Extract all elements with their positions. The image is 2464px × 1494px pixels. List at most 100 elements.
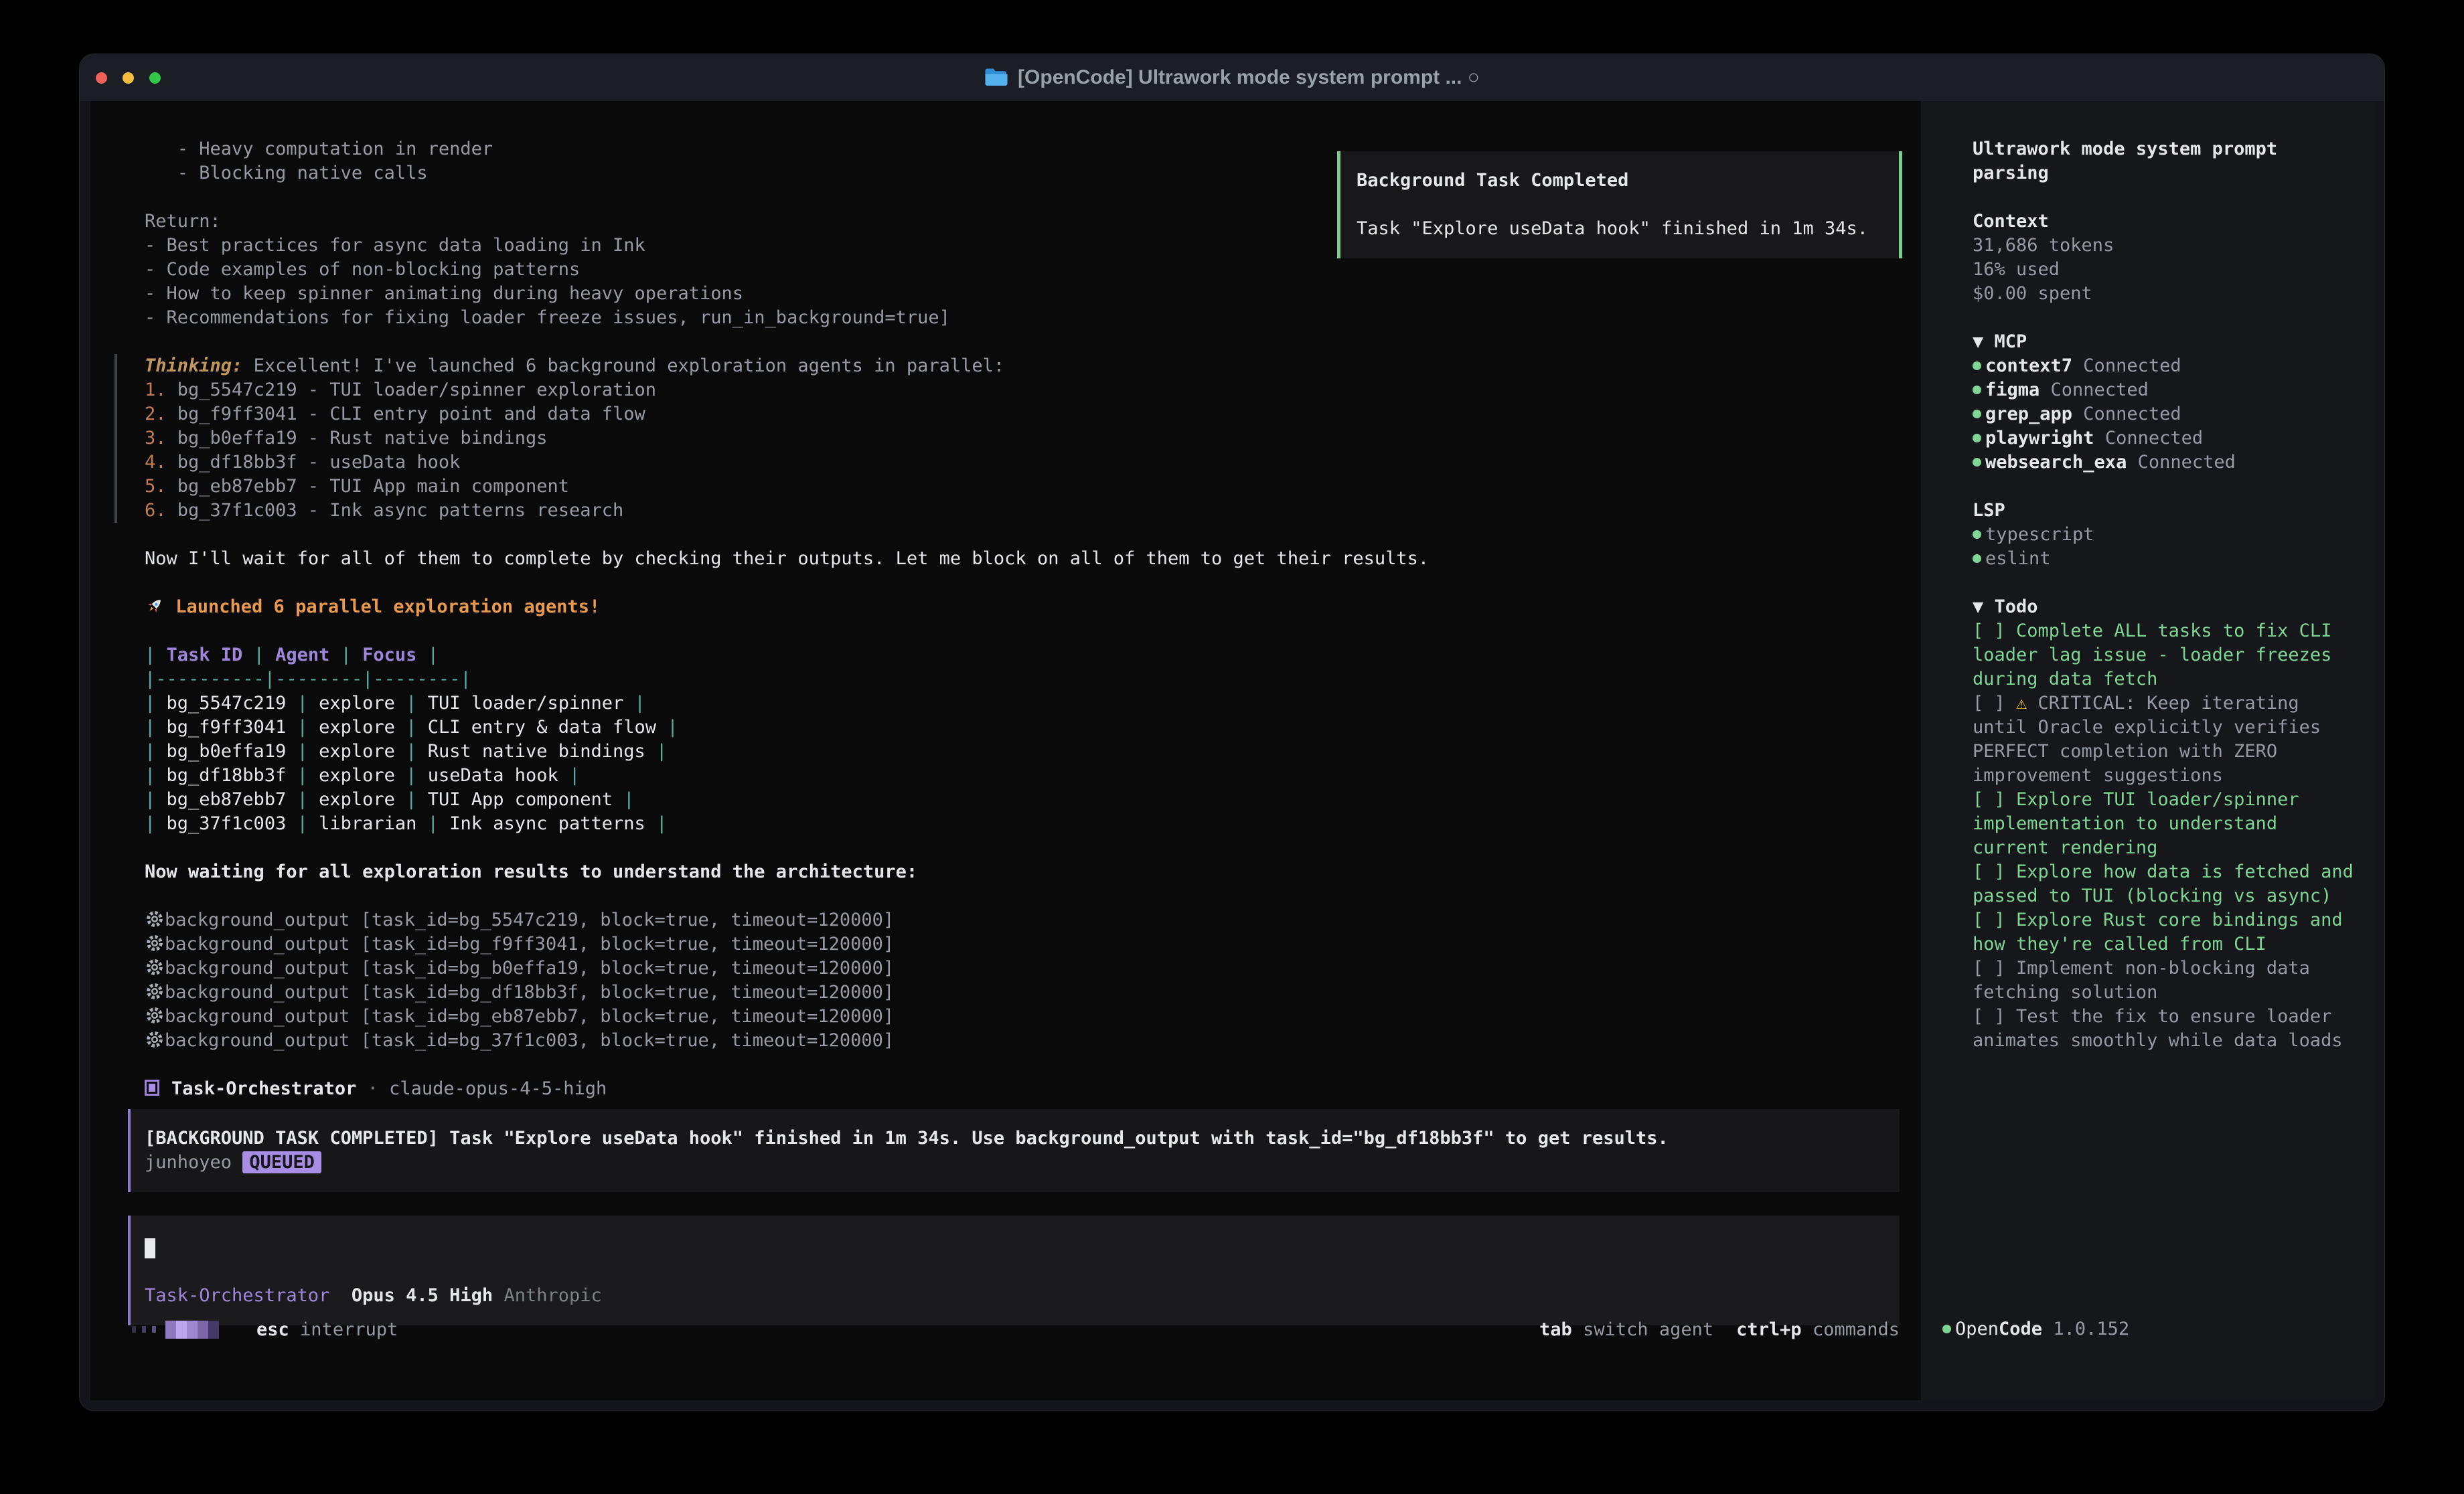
- text-segment: Connected: [2094, 428, 2204, 448]
- terminal-line: [145, 1236, 1886, 1260]
- text-segment: TUI App component: [428, 789, 613, 810]
- minimize-button[interactable]: [123, 72, 134, 84]
- titlebar: [OpenCode] Ultrawork mode system prompt …: [80, 54, 2384, 101]
- text-segment: grep_app: [1985, 404, 2072, 424]
- terminal-line: $0.00 spent: [1973, 282, 2354, 306]
- terminal-line: | bg_eb87ebb7 | explore | TUI App compon…: [145, 788, 1900, 812]
- agent-header: Task-Orchestrator · claude-opus-4-5-high: [145, 1077, 1900, 1101]
- terminal-line: [145, 836, 1900, 860]
- terminal-line: [ ] Explore how data is fetched and pass…: [1973, 860, 2354, 908]
- text-segment: background_output [task_id=bg_5547c219, …: [165, 910, 894, 930]
- text-segment: [ ] Complete ALL tasks to fix CLI loader…: [1973, 620, 2343, 689]
- text-segment: Opus 4.5 High: [352, 1285, 493, 1306]
- terminal-line: | Task ID | Agent | Focus |: [145, 643, 1900, 667]
- text-segment: Focus: [362, 645, 416, 665]
- text-segment: Thinking:: [145, 355, 242, 376]
- terminal-line: Task-Orchestrator · claude-opus-4-5-high: [145, 1077, 1900, 1101]
- text-segment: bg_5547c219: [167, 693, 287, 714]
- terminal-main[interactable]: - Heavy computation in render - Blocking…: [90, 101, 1921, 1400]
- terminal-line: 2. bg_f9ff3041 - CLI entry point and dat…: [145, 402, 1900, 426]
- text-segment: Connected: [2072, 404, 2181, 424]
- text-segment: background_output [task_id=bg_37f1c003, …: [165, 1030, 894, 1051]
- status-dot-icon: [1942, 1325, 1951, 1333]
- close-button[interactable]: [96, 72, 107, 84]
- terminal-line: ▼ MCP: [1973, 330, 2354, 354]
- gear-icon: [145, 1005, 165, 1025]
- text-segment: |: [145, 693, 167, 714]
- maximize-button[interactable]: [149, 72, 161, 84]
- text-segment: bg_37f1c003: [167, 813, 287, 834]
- terminal-line: figma Connected: [1973, 378, 2354, 402]
- wait-note: Now I'll wait for all of them to complet…: [145, 523, 1900, 595]
- text-segment: bg_5547c219 - TUI loader/spinner explora…: [177, 380, 656, 400]
- desktop-background: [OpenCode] Ultrawork mode system prompt …: [0, 0, 2464, 1494]
- gear-icon: [145, 933, 165, 953]
- terminal-line: 31,686 tokens: [1973, 234, 2354, 258]
- text-segment: junhoyeo: [145, 1152, 242, 1173]
- text-segment: Task ID: [167, 645, 243, 665]
- text-segment: - How to keep spinner animating during h…: [145, 283, 743, 304]
- text-segment: |: [286, 789, 319, 810]
- text-segment: [ ]: [1973, 693, 2016, 714]
- text-segment: Anthropic: [504, 1285, 601, 1306]
- window-body: - Heavy computation in render - Blocking…: [80, 101, 2384, 1411]
- text-segment: |: [145, 813, 167, 834]
- text-segment: background_output [task_id=bg_df18bb3f, …: [165, 982, 894, 1003]
- terminal-line: 3. bg_b0effa19 - Rust native bindings: [145, 426, 1900, 450]
- text-segment: explore: [319, 789, 395, 810]
- text-segment: context7: [1985, 355, 2072, 376]
- spinner-icon: [165, 1321, 219, 1339]
- spinner-block: [208, 1321, 219, 1339]
- interrupt-label: interrupt: [300, 1319, 398, 1340]
- text-segment: background_output [task_id=bg_b0effa19, …: [165, 958, 894, 979]
- section-toggle[interactable]: ▼ Todo: [1973, 596, 2038, 617]
- commands-label: commands: [1813, 1319, 1900, 1340]
- switch-agent-label: switch agent: [1583, 1319, 1713, 1340]
- text-segment: Rust native bindings: [428, 741, 645, 762]
- notification-toast: Background Task Completed Task "Explore …: [1337, 151, 1902, 258]
- text-segment: |: [623, 693, 645, 714]
- terminal-line: [ ] Explore TUI loader/spinner implement…: [1973, 788, 2354, 860]
- ctrl-p-key-hint: ctrl+p: [1736, 1319, 1802, 1340]
- text-segment: |: [395, 717, 428, 738]
- terminal-line: Context: [1973, 210, 2354, 234]
- terminal-line: Ultrawork mode system prompt parsing: [1973, 137, 2354, 185]
- mcp-section: ▼ MCPcontext7 Connectedfigma Connectedgr…: [1973, 330, 2354, 499]
- text-segment: 5.: [145, 476, 177, 497]
- text-segment: Code: [1999, 1319, 2042, 1339]
- terminal-line: [145, 619, 1900, 643]
- text-segment: |: [329, 645, 362, 665]
- text-segment: background_output [task_id=bg_eb87ebb7, …: [165, 1006, 894, 1027]
- text-segment: |: [145, 765, 167, 786]
- text-segment: [BACKGROUND TASK COMPLETED] Task "Explor…: [145, 1128, 1669, 1149]
- terminal-line: eslint: [1973, 547, 2354, 571]
- terminal-line: [145, 330, 1900, 354]
- section-toggle[interactable]: ▼ MCP: [1973, 331, 2027, 352]
- terminal-line: junhoyeo QUEUED: [145, 1151, 1886, 1175]
- status-bar-right: tab switch agent ctrl+p commands: [1539, 1319, 1900, 1340]
- terminal-line: background_output [task_id=bg_df18bb3f, …: [145, 981, 1900, 1005]
- text-segment: |: [395, 765, 428, 786]
- esc-key-hint: esc: [256, 1319, 289, 1340]
- terminal-line: - How to keep spinner animating during h…: [145, 282, 1900, 306]
- app-window: [OpenCode] Ultrawork mode system prompt …: [79, 54, 2385, 1411]
- text-segment: CLI entry & data flow: [428, 717, 656, 738]
- terminal-line: [1973, 185, 2354, 210]
- terminal-line: | bg_f9ff3041 | explore | CLI entry & da…: [145, 716, 1900, 740]
- text-segment: useData hook: [428, 765, 558, 786]
- conversation-scroll-region[interactable]: - Heavy computation in render - Blocking…: [114, 137, 1900, 1325]
- text-segment: bg_df18bb3f: [167, 765, 287, 786]
- terminal-line: Launched 6 parallel exploration agents!: [145, 595, 1900, 619]
- text-segment: eslint: [1985, 548, 2051, 569]
- text-segment: |----------|--------|--------|: [145, 669, 471, 689]
- text-segment: figma: [1985, 380, 2039, 400]
- terminal-line: 6. bg_37f1c003 - Ink async patterns rese…: [145, 499, 1900, 523]
- status-dot-icon: [1973, 434, 1981, 442]
- text-segment: - Recommendations for fixing loader free…: [145, 307, 950, 328]
- text-segment: [ ] Explore how data is fetched and pass…: [1973, 861, 2364, 906]
- text-segment: bg_eb87ebb7: [167, 789, 287, 810]
- text-segment: |: [145, 741, 167, 762]
- text-segment: LSP: [1973, 500, 2005, 521]
- sidebar: Ultrawork mode system prompt parsing Cont…: [1921, 101, 2375, 1400]
- prompt-input[interactable]: Task-Orchestrator Opus 4.5 High Anthropi…: [128, 1216, 1900, 1325]
